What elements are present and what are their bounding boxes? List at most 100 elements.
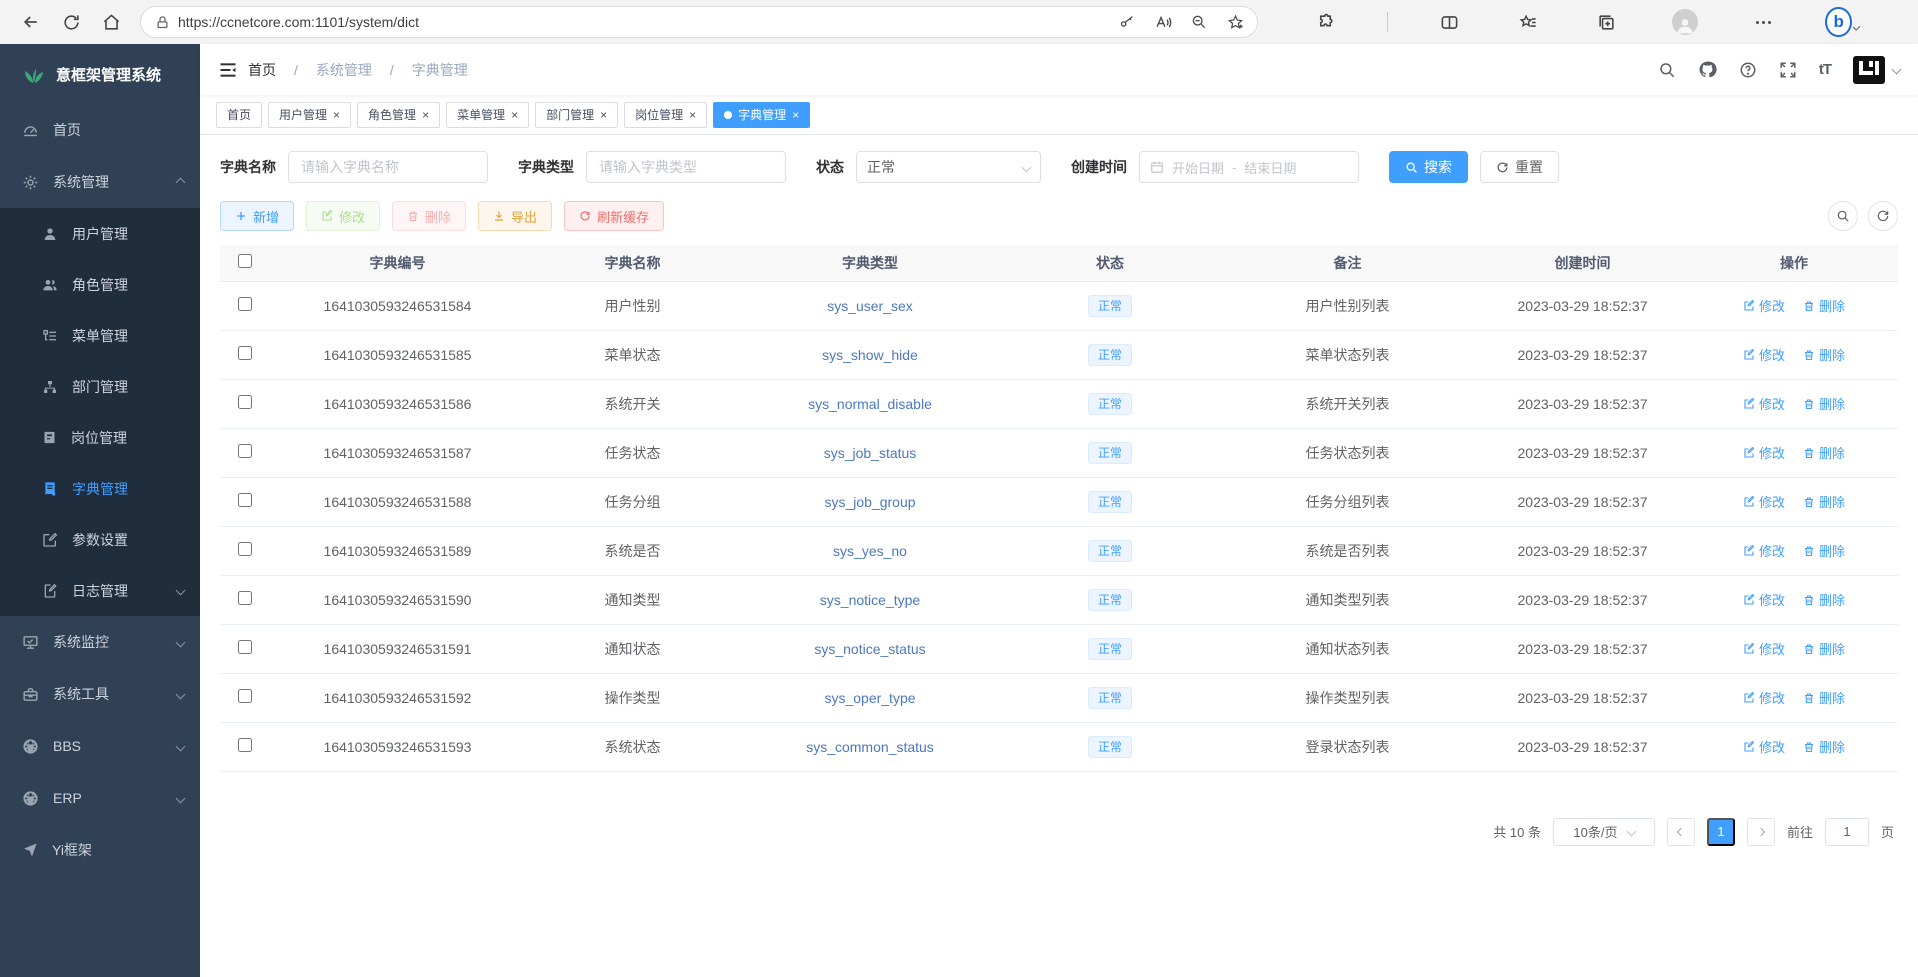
search-button[interactable]: 搜索 xyxy=(1389,151,1468,183)
row-checkbox[interactable] xyxy=(238,395,252,409)
row-checkbox[interactable] xyxy=(238,346,252,360)
breadcrumb-home[interactable]: 首页 xyxy=(248,60,276,80)
select-all-checkbox[interactable] xyxy=(238,254,252,268)
dict-type-link[interactable]: sys_notice_status xyxy=(814,641,925,657)
split-screen-button[interactable] xyxy=(1433,5,1467,39)
sidebar-item-erp[interactable]: ERP xyxy=(0,772,200,824)
dict-type-link[interactable]: sys_common_status xyxy=(806,739,934,755)
tab-close-icon[interactable]: × xyxy=(422,108,429,122)
tab-role[interactable]: 角色管理× xyxy=(357,102,440,128)
sidebar-item-dict[interactable]: 字典管理 xyxy=(0,463,200,514)
row-edit-link[interactable]: 修改 xyxy=(1743,345,1785,364)
collections-button[interactable] xyxy=(1590,5,1624,39)
row-delete-link[interactable]: 删除 xyxy=(1803,443,1845,462)
page-size-select[interactable]: 10条/页 xyxy=(1553,818,1655,846)
sidebar-item-system[interactable]: 系统管理 xyxy=(0,156,200,208)
tab-close-icon[interactable]: × xyxy=(600,108,607,122)
row-edit-link[interactable]: 修改 xyxy=(1743,394,1785,413)
export-button[interactable]: 导出 xyxy=(478,201,552,231)
edit-button[interactable]: 修改 xyxy=(306,201,380,231)
browser-back-button[interactable] xyxy=(14,5,48,39)
help-button[interactable] xyxy=(1739,61,1757,79)
zoom-out-button[interactable] xyxy=(1185,8,1213,36)
row-delete-link[interactable]: 删除 xyxy=(1803,296,1845,315)
delete-button[interactable]: 删除 xyxy=(392,201,466,231)
row-edit-link[interactable]: 修改 xyxy=(1743,492,1785,511)
tab-user[interactable]: 用户管理× xyxy=(268,102,351,128)
sidebar-item-post[interactable]: 岗位管理 xyxy=(0,412,200,463)
row-delete-link[interactable]: 删除 xyxy=(1803,394,1845,413)
sidebar-item-home[interactable]: 首页 xyxy=(0,104,200,156)
sidebar-item-dept[interactable]: 部门管理 xyxy=(0,361,200,412)
tab-close-icon[interactable]: × xyxy=(792,108,799,122)
read-aloud-button[interactable] xyxy=(1149,8,1177,36)
browser-refresh-button[interactable] xyxy=(54,5,88,39)
row-checkbox[interactable] xyxy=(238,591,252,605)
goto-page-input[interactable] xyxy=(1825,818,1869,846)
dict-type-link[interactable]: sys_job_status xyxy=(824,445,917,461)
row-delete-link[interactable]: 删除 xyxy=(1803,688,1845,707)
sidebar-item-bbs[interactable]: BBS xyxy=(0,720,200,772)
profile-button[interactable] xyxy=(1668,5,1702,39)
row-delete-link[interactable]: 删除 xyxy=(1803,639,1845,658)
dict-type-link[interactable]: sys_yes_no xyxy=(833,543,907,559)
dict-type-input[interactable] xyxy=(586,151,786,183)
row-delete-link[interactable]: 删除 xyxy=(1803,737,1845,756)
prev-page-button[interactable] xyxy=(1667,818,1695,846)
dict-type-link[interactable]: sys_normal_disable xyxy=(808,396,932,412)
sidebar-item-tools[interactable]: 系统工具 xyxy=(0,668,200,720)
favorites-bar-button[interactable] xyxy=(1511,5,1545,39)
user-menu-button[interactable] xyxy=(1853,56,1900,84)
date-range-picker[interactable]: 开始日期 - 结束日期 xyxy=(1139,151,1359,183)
fullscreen-button[interactable] xyxy=(1779,61,1797,79)
sidebar-item-yi[interactable]: Yi框架 xyxy=(0,824,200,876)
row-edit-link[interactable]: 修改 xyxy=(1743,296,1785,315)
header-search-button[interactable] xyxy=(1658,61,1676,79)
row-edit-link[interactable]: 修改 xyxy=(1743,737,1785,756)
dict-name-input[interactable] xyxy=(288,151,488,183)
dict-type-link[interactable]: sys_oper_type xyxy=(824,690,915,706)
font-size-button[interactable]: tT xyxy=(1819,61,1831,78)
dict-type-link[interactable]: sys_show_hide xyxy=(822,347,918,363)
row-checkbox[interactable] xyxy=(238,738,252,752)
sidebar-item-monitor[interactable]: 系统监控 xyxy=(0,616,200,668)
tab-close-icon[interactable]: × xyxy=(333,108,340,122)
row-edit-link[interactable]: 修改 xyxy=(1743,688,1785,707)
current-page-button[interactable]: 1 xyxy=(1707,818,1735,846)
row-delete-link[interactable]: 删除 xyxy=(1803,541,1845,560)
row-delete-link[interactable]: 删除 xyxy=(1803,492,1845,511)
row-checkbox[interactable] xyxy=(238,689,252,703)
address-bar[interactable]: https://ccnetcore.com:1101/system/dict xyxy=(140,6,1258,38)
bing-chat-button[interactable]: b xyxy=(1825,5,1859,39)
row-checkbox[interactable] xyxy=(238,640,252,654)
breadcrumb-system[interactable]: 系统管理 xyxy=(316,60,372,80)
status-select[interactable]: 正常 xyxy=(856,151,1041,183)
browser-home-button[interactable] xyxy=(94,5,128,39)
row-edit-link[interactable]: 修改 xyxy=(1743,443,1785,462)
tab-dept[interactable]: 部门管理× xyxy=(535,102,618,128)
row-edit-link[interactable]: 修改 xyxy=(1743,639,1785,658)
row-delete-link[interactable]: 删除 xyxy=(1803,345,1845,364)
tab-home[interactable]: 首页 xyxy=(216,102,262,128)
github-button[interactable] xyxy=(1698,60,1717,79)
dict-type-link[interactable]: sys_notice_type xyxy=(820,592,920,608)
tab-dict[interactable]: 字典管理× xyxy=(713,102,810,128)
dict-type-link[interactable]: sys_job_group xyxy=(824,494,915,510)
tab-close-icon[interactable]: × xyxy=(689,108,696,122)
sidebar-item-logs[interactable]: 日志管理 xyxy=(0,565,200,616)
sidebar-item-user[interactable]: 用户管理 xyxy=(0,208,200,259)
next-page-button[interactable] xyxy=(1747,818,1775,846)
tab-post[interactable]: 岗位管理× xyxy=(624,102,707,128)
browser-settings-button[interactable] xyxy=(1747,5,1781,39)
sidebar-item-param[interactable]: 参数设置 xyxy=(0,514,200,565)
dict-type-link[interactable]: sys_user_sex xyxy=(827,298,913,314)
refresh-cache-button[interactable]: 刷新缓存 xyxy=(564,201,664,231)
password-key-button[interactable] xyxy=(1113,8,1141,36)
reset-button[interactable]: 重置 xyxy=(1480,151,1559,183)
sidebar-item-role[interactable]: 角色管理 xyxy=(0,259,200,310)
tab-close-icon[interactable]: × xyxy=(511,108,518,122)
extensions-button[interactable] xyxy=(1309,5,1343,39)
sidebar-item-menu[interactable]: 菜单管理 xyxy=(0,310,200,361)
toggle-search-button[interactable] xyxy=(1828,201,1858,231)
row-checkbox[interactable] xyxy=(238,542,252,556)
